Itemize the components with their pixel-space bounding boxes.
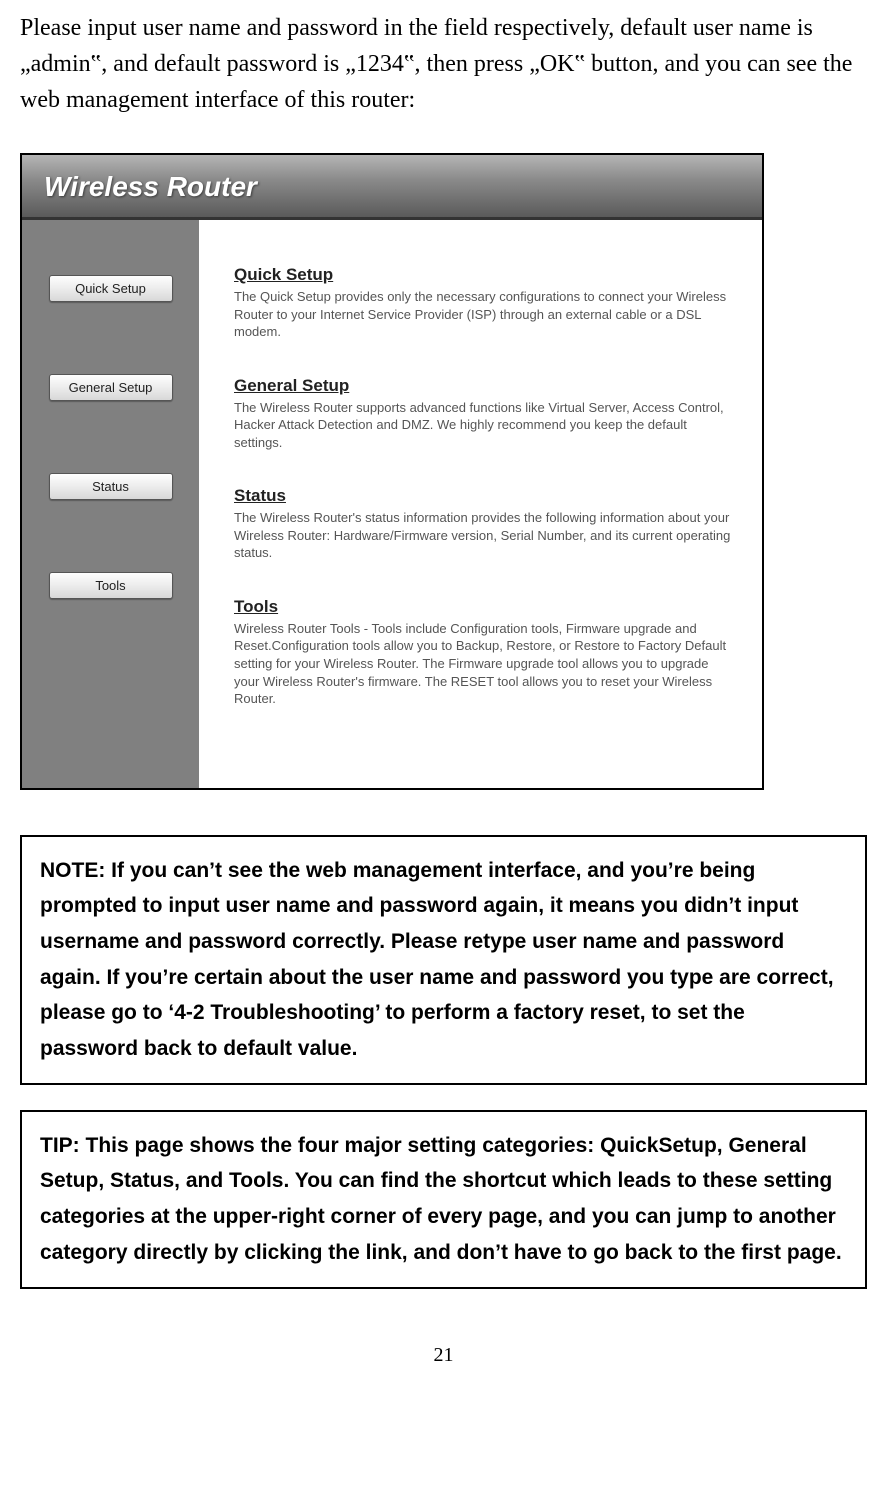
tip-box: TIP: This page shows the four major sett… xyxy=(20,1110,867,1289)
page-number: 21 xyxy=(20,1344,867,1367)
section-general-setup: General Setup The Wireless Router suppor… xyxy=(234,376,734,452)
section-title-general-setup[interactable]: General Setup xyxy=(234,376,734,396)
section-desc-status: The Wireless Router's status information… xyxy=(234,509,734,562)
router-header-title: Wireless Router xyxy=(22,155,762,220)
section-desc-quick-setup: The Quick Setup provides only the necess… xyxy=(234,288,734,341)
section-desc-general-setup: The Wireless Router supports advanced fu… xyxy=(234,399,734,452)
section-tools: Tools Wireless Router Tools - Tools incl… xyxy=(234,597,734,708)
section-title-quick-setup[interactable]: Quick Setup xyxy=(234,265,734,285)
section-title-tools[interactable]: Tools xyxy=(234,597,734,617)
note-box: NOTE: If you can’t see the web managemen… xyxy=(20,835,867,1085)
general-setup-button[interactable]: General Setup xyxy=(49,374,173,401)
router-interface-screenshot: Wireless Router Quick Setup General Setu… xyxy=(20,153,764,790)
router-main-content: Quick Setup The Quick Setup provides onl… xyxy=(199,220,762,788)
quick-setup-button[interactable]: Quick Setup xyxy=(49,275,173,302)
router-sidebar: Quick Setup General Setup Status Tools xyxy=(22,220,199,788)
section-quick-setup: Quick Setup The Quick Setup provides onl… xyxy=(234,265,734,341)
tools-button[interactable]: Tools xyxy=(49,572,173,599)
section-desc-tools: Wireless Router Tools - Tools include Co… xyxy=(234,620,734,708)
status-button[interactable]: Status xyxy=(49,473,173,500)
section-status: Status The Wireless Router's status info… xyxy=(234,486,734,562)
section-title-status[interactable]: Status xyxy=(234,486,734,506)
intro-paragraph: Please input user name and password in t… xyxy=(20,10,867,118)
